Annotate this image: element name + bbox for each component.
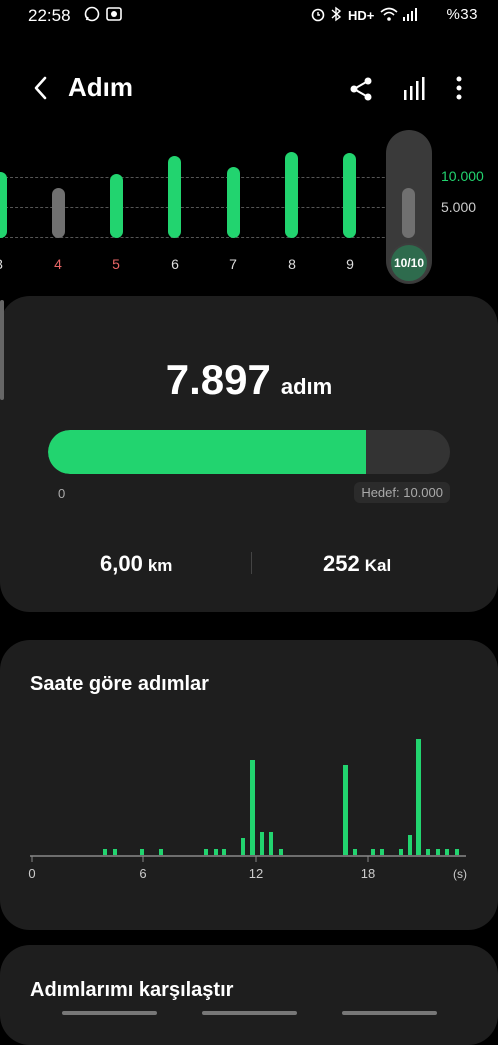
day-label: 6: [171, 256, 179, 272]
hourly-bar: [204, 849, 208, 855]
weekly-steps-strip: 10.000 5.000 10/10 3 4 5 6 7 8 9: [0, 130, 498, 290]
share-icon[interactable]: [348, 76, 374, 102]
camera-icon: [106, 6, 122, 25]
status-time: 22:58: [28, 6, 71, 25]
hourly-tick-label: 6: [139, 866, 146, 881]
steps-unit: adım: [280, 374, 333, 399]
distance-unit: km: [147, 556, 173, 575]
goal-high-label: 10.000: [441, 168, 484, 184]
page-title: Adım: [68, 72, 133, 102]
nav-back-hint[interactable]: [342, 1011, 437, 1015]
hourly-bar: [103, 849, 107, 855]
day-bar[interactable]: [343, 153, 356, 238]
steps-summary-card: 7.897 adım 0 Hedef: 10.000 6,00 km 252 Kal: [0, 296, 498, 612]
distance-value: 6,00: [100, 551, 143, 576]
goal-label: Hedef: 10.000: [354, 482, 450, 503]
metric-divider: [251, 552, 252, 574]
hourly-bars: [103, 739, 459, 855]
hourly-bar: [250, 760, 255, 855]
nav-home-hint[interactable]: [202, 1011, 297, 1015]
hourly-bar: [426, 849, 430, 855]
day-bar[interactable]: [285, 152, 298, 238]
hourly-bar: [279, 849, 283, 855]
day-bar[interactable]: [110, 174, 123, 238]
hourly-bar: [343, 765, 348, 855]
hourly-bar: [380, 849, 384, 855]
hourly-bar: [353, 849, 357, 855]
back-icon[interactable]: [28, 74, 56, 102]
hourly-bar: [113, 849, 117, 855]
status-bar: 22:58 HD+ %33: [0, 0, 498, 30]
selected-day-badge[interactable]: 10/10: [389, 243, 429, 283]
hourly-tick-label: 0: [28, 866, 35, 881]
day-bar[interactable]: [227, 167, 240, 238]
scrollbar-thumb[interactable]: [0, 300, 4, 400]
hourly-bar: [214, 849, 218, 855]
steps-count: 7.897: [165, 356, 271, 403]
day-label: 3: [0, 256, 14, 272]
hourly-bar: [445, 849, 449, 855]
compare-steps-card[interactable]: Adımlarımı karşılaştır: [0, 945, 498, 1045]
day-bar[interactable]: [52, 188, 65, 238]
day-label: 7: [229, 256, 237, 272]
calories-metric: 252 Kal: [323, 551, 391, 577]
hourly-unit-label: (s): [453, 867, 467, 881]
hd-indicator: HD+: [348, 8, 375, 23]
day-label: 9: [346, 256, 354, 272]
calories-value: 252: [323, 551, 360, 576]
day-label: 8: [288, 256, 296, 272]
progress-start-label: 0: [58, 486, 66, 501]
battery-level: %33: [446, 6, 478, 23]
hourly-bar: [260, 832, 264, 855]
baseline-guide-line: [0, 237, 430, 238]
hourly-bar: [222, 849, 226, 855]
hourly-tick-label: 12: [249, 866, 263, 881]
day-label: 5: [112, 256, 120, 272]
alarm-icon: [310, 6, 326, 25]
bluetooth-icon: [330, 6, 342, 25]
hourly-bar: [399, 849, 403, 855]
goal-guide-line: [0, 177, 430, 178]
hourly-bar: [455, 849, 459, 855]
hourly-bar: [241, 838, 245, 855]
hourly-bar: [140, 849, 144, 855]
wifi-icon: [380, 6, 398, 25]
day-label: 4: [54, 256, 62, 272]
hourly-steps-card[interactable]: Saate göre adımlar 0 6 12 18 (s): [0, 640, 498, 930]
day-bar[interactable]: [0, 172, 7, 238]
whatsapp-icon: [84, 6, 100, 25]
compare-title: Adımlarımı karşılaştır: [30, 979, 234, 1001]
hourly-bar: [408, 835, 412, 855]
steps-progress-bar: [48, 430, 450, 474]
hourly-bar: [371, 849, 375, 855]
hourly-bar: [416, 739, 421, 855]
hourly-bar: [269, 832, 273, 855]
stats-icon[interactable]: [402, 76, 428, 102]
nav-recents-hint[interactable]: [62, 1011, 157, 1015]
signal-icon: [402, 6, 418, 25]
steps-total: 7.897 adım: [0, 356, 498, 404]
distance-metric: 6,00 km: [100, 551, 172, 577]
hourly-chart: 0 6 12 18 (s): [28, 739, 467, 881]
hourly-bar: [436, 849, 440, 855]
calories-unit: Kal: [364, 556, 392, 575]
hourly-tick-label: 18: [361, 866, 375, 881]
steps-progress-fill: [48, 430, 366, 474]
hourly-bar: [159, 849, 163, 855]
goal-low-label: 5.000: [441, 199, 477, 215]
day-bar[interactable]: [168, 156, 181, 238]
selected-day-bar: [402, 188, 415, 238]
more-icon[interactable]: [450, 74, 468, 102]
